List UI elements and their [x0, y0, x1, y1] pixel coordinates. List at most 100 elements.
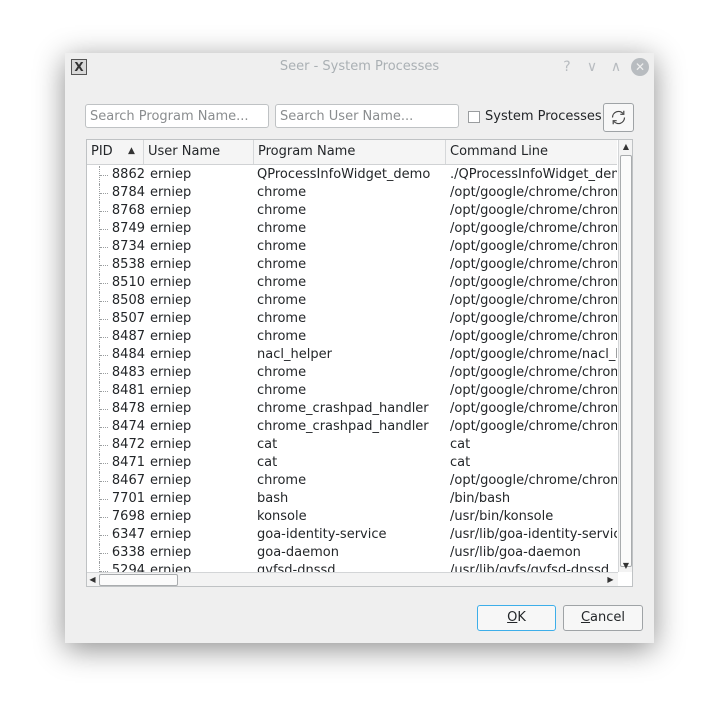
user-name-cell: erniep: [150, 491, 192, 506]
pid-cell: 8483: [111, 365, 145, 380]
program-name-search-input[interactable]: [85, 104, 269, 128]
table-row[interactable]: 6347 erniep goa-identity-service/usr/lib/g…: [87, 526, 617, 544]
process-table[interactable]: PID ▲ User Name Program Name Command Lin…: [86, 139, 633, 587]
table-row[interactable]: 7698 erniep konsole/usr/bin/konsole: [87, 508, 617, 526]
table-row[interactable]: 8484 erniep nacl_helper/opt/google/chrome/…: [87, 346, 617, 364]
user-name-cell: erniep: [150, 365, 192, 380]
pid-cell: 8768: [111, 203, 145, 218]
title-bar: X Seer - System Processes ? ∨ ∧ ✕: [65, 53, 654, 81]
table-row[interactable]: 8467 erniep chrome/opt/google/chrome/chrom…: [87, 472, 617, 490]
horizontal-scroll-thumb[interactable]: [99, 574, 178, 586]
sort-ascending-icon: ▲: [128, 146, 135, 156]
refresh-icon: [611, 110, 626, 125]
user-name-cell: erniep: [150, 545, 192, 560]
program-name-cell: chrome: [257, 329, 307, 344]
program-name-cell: chrome: [257, 473, 307, 488]
vertical-scrollbar[interactable]: ▲ ▼: [618, 140, 632, 572]
program-name-cell: gvfsd-dnssd: [257, 563, 336, 572]
command-line-cell: /usr/lib/goa-daemon: [450, 545, 581, 560]
user-name-search-input[interactable]: [275, 104, 459, 128]
pid-cell: 8862: [111, 167, 145, 182]
scroll-right-arrow-icon[interactable]: ▶: [605, 574, 616, 586]
pid-cell: 8474: [111, 419, 145, 434]
command-line-cell: ./QProcessInfoWidget_demo: [450, 167, 617, 182]
program-name-cell: chrome: [257, 365, 307, 380]
table-row[interactable]: 8507 erniep chrome/opt/google/chrome/chrom…: [87, 310, 617, 328]
user-name-cell: erniep: [150, 311, 192, 326]
user-name-cell: erniep: [150, 383, 192, 398]
refresh-button[interactable]: [603, 103, 634, 132]
table-row[interactable]: 8510 erniep chrome/opt/google/chrome/chrom…: [87, 274, 617, 292]
command-line-cell: /opt/google/chrome/chrome: [450, 419, 617, 434]
program-name-cell: chrome_crashpad_handler: [257, 419, 429, 434]
vertical-scroll-thumb[interactable]: [620, 155, 632, 567]
program-name-cell: chrome: [257, 257, 307, 272]
pid-cell: 6347: [111, 527, 145, 542]
table-row[interactable]: 8471 erniep cat cat: [87, 454, 617, 472]
command-line-cell: /opt/google/chrome/chrome: [450, 203, 617, 218]
command-line-cell: /bin/bash: [450, 491, 511, 506]
table-row[interactable]: 8538 erniep chrome/opt/google/chrome/chrom…: [87, 256, 617, 274]
scroll-up-arrow-icon[interactable]: ▲: [620, 140, 632, 153]
program-name-cell: chrome: [257, 239, 307, 254]
table-row[interactable]: 8487 erniep chrome/opt/google/chrome/chrom…: [87, 328, 617, 346]
scroll-left-arrow-icon[interactable]: ◀: [87, 574, 98, 586]
ok-button[interactable]: OK: [477, 605, 556, 631]
command-line-cell: /opt/google/chrome/chrome: [450, 185, 617, 200]
user-name-cell: erniep: [150, 167, 192, 182]
table-row[interactable]: 6338 erniep goa-daemon/usr/lib/goa-daemon: [87, 544, 617, 562]
table-row[interactable]: 8481 erniep chrome/opt/google/chrome/chrom…: [87, 382, 617, 400]
table-row[interactable]: 8508 erniep chrome/opt/google/chrome/chrom…: [87, 292, 617, 310]
pid-cell: 5294: [111, 563, 145, 572]
pid-cell: 8508: [111, 293, 145, 308]
user-name-cell: erniep: [150, 185, 192, 200]
table-row[interactable]: 8483 erniep chrome/opt/google/chrome/chrom…: [87, 364, 617, 382]
table-header: PID ▲ User Name Program Name Command Lin…: [87, 140, 617, 165]
column-header-pid[interactable]: PID ▲: [87, 140, 144, 164]
user-name-cell: erniep: [150, 329, 192, 344]
pid-cell: 8471: [111, 455, 145, 470]
cancel-button[interactable]: Cancel: [563, 605, 643, 631]
user-name-cell: erniep: [150, 401, 192, 416]
system-processes-checkbox[interactable]: [468, 111, 480, 123]
pid-cell: 8467: [111, 473, 145, 488]
user-name-cell: erniep: [150, 527, 192, 542]
user-name-cell: erniep: [150, 473, 192, 488]
user-name-cell: erniep: [150, 293, 192, 308]
close-button[interactable]: ✕: [631, 58, 649, 76]
horizontal-scrollbar[interactable]: ◀ ▶: [87, 572, 618, 586]
table-row[interactable]: 8768 erniep chrome/opt/google/chrome/chrom…: [87, 202, 617, 220]
table-row[interactable]: 8734 erniep chrome/opt/google/chrome/chrom…: [87, 238, 617, 256]
program-name-cell: QProcessInfoWidget_demo: [257, 167, 431, 182]
column-header-program-name[interactable]: Program Name: [254, 140, 446, 164]
scroll-down-arrow-icon[interactable]: ▼: [620, 559, 632, 572]
command-line-cell: /opt/google/chrome/chrome: [450, 401, 617, 416]
system-processes-dialog: X Seer - System Processes ? ∨ ∧ ✕ System…: [65, 53, 654, 643]
minimize-button[interactable]: ∨: [583, 58, 601, 76]
command-line-cell: /opt/google/chrome/chrome: [450, 311, 617, 326]
user-name-cell: erniep: [150, 563, 192, 572]
program-name-cell: chrome: [257, 275, 307, 290]
system-processes-label[interactable]: System Processes: [485, 109, 602, 125]
program-name-cell: chrome: [257, 311, 307, 326]
program-name-cell: goa-identity-service: [257, 527, 387, 542]
pid-cell: 8784: [111, 185, 145, 200]
table-row[interactable]: 7701 erniep bash/bin/bash: [87, 490, 617, 508]
table-row[interactable]: 8784 erniep chrome/opt/google/chrome/chrom…: [87, 184, 617, 202]
command-line-cell: /opt/google/chrome/chrome: [450, 383, 617, 398]
table-row[interactable]: 8474 erniep chrome_crashpad_handler/opt/go…: [87, 418, 617, 436]
table-row[interactable]: 8472 erniep cat cat: [87, 436, 617, 454]
table-body: 8862 erniep QProcessInfoWidget_demo ./QProc…: [87, 166, 617, 572]
table-row[interactable]: 8862 erniep QProcessInfoWidget_demo ./QProc…: [87, 166, 617, 184]
help-button[interactable]: ?: [558, 58, 576, 76]
table-row[interactable]: 8478 erniep chrome_crashpad_handler/opt/go…: [87, 400, 617, 418]
table-row[interactable]: 8749 erniep chrome/opt/google/chrome/chrom…: [87, 220, 617, 238]
pid-cell: 8484: [111, 347, 145, 362]
column-header-user-name[interactable]: User Name: [144, 140, 254, 164]
user-name-cell: erniep: [150, 257, 192, 272]
column-header-command-line[interactable]: Command Line: [446, 140, 617, 164]
maximize-button[interactable]: ∧: [607, 58, 625, 76]
table-row[interactable]: 5294 erniep gvfsd-dnssd/usr/lib/gvfs/gvfsd…: [87, 562, 617, 572]
user-name-cell: erniep: [150, 347, 192, 362]
command-line-cell: /opt/google/chrome/chrome: [450, 293, 617, 308]
